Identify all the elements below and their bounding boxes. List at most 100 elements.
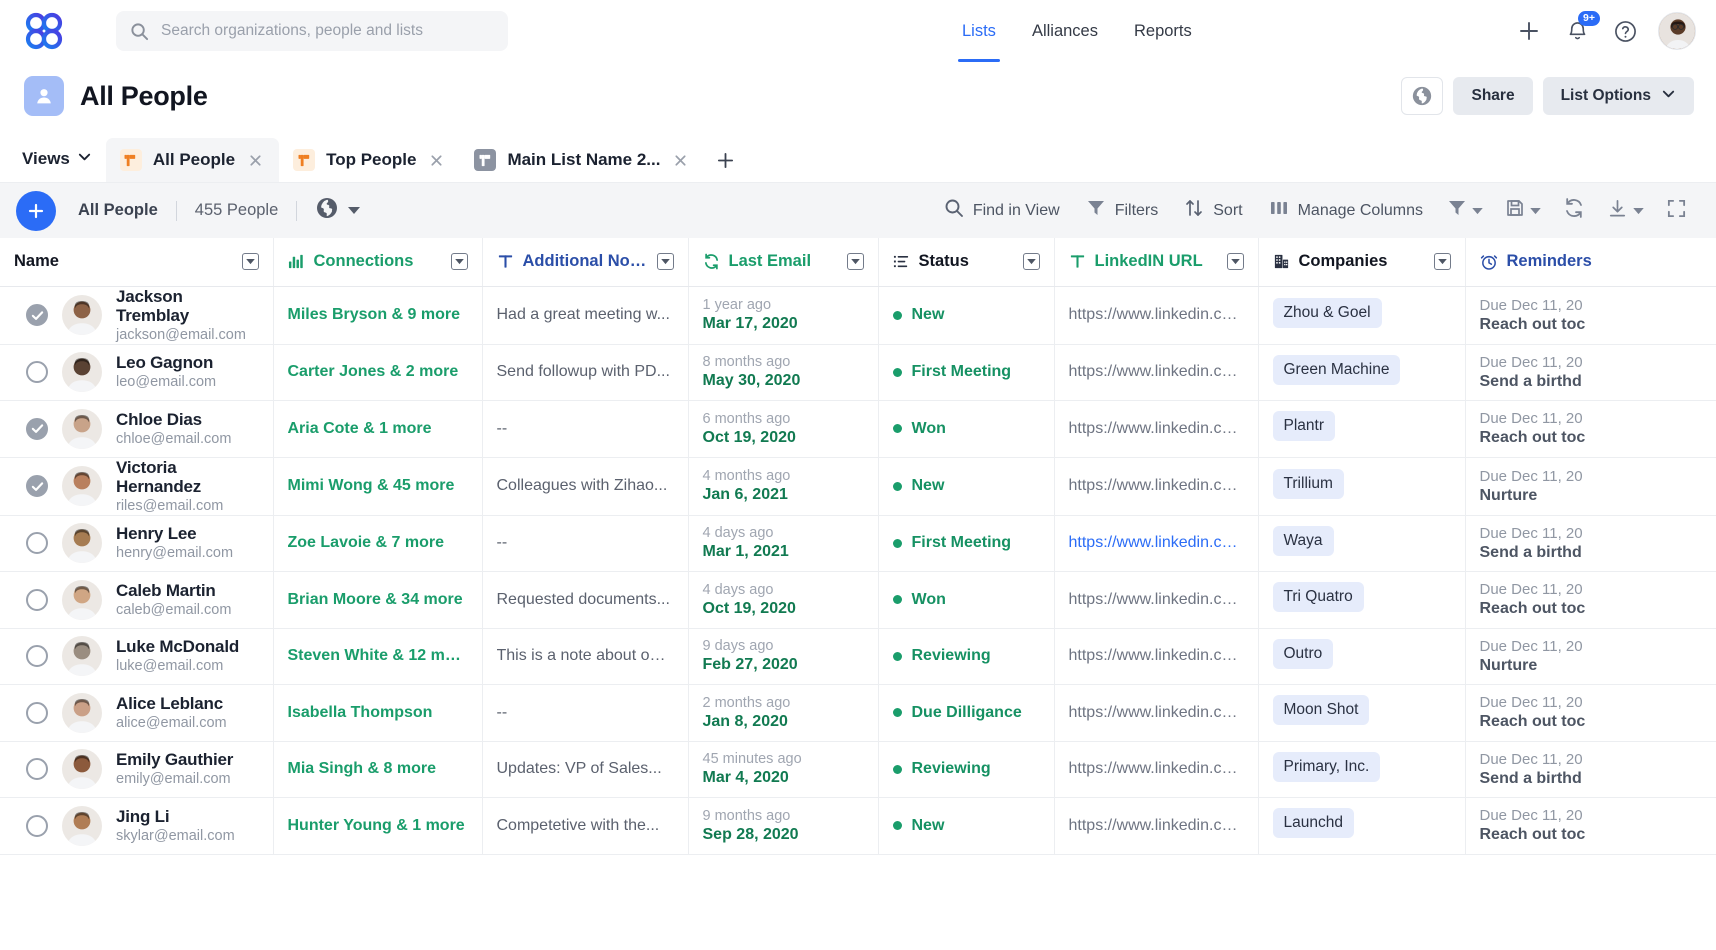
cell-reminders[interactable]: Due Dec 11, 20Reach out toc — [1465, 572, 1716, 629]
close-icon[interactable] — [429, 153, 444, 168]
cell-status[interactable]: First Meeting — [878, 515, 1054, 572]
cell-connections[interactable]: Hunter Young & 1 more — [273, 798, 482, 855]
cell-last-email[interactable]: 4 days agoOct 19, 2020 — [688, 572, 878, 629]
cell-reminders[interactable]: Due Dec 11, 20Reach out toc — [1465, 286, 1716, 344]
table-row[interactable]: Victoria Hernandezriles@email.comMimi Wo… — [0, 457, 1716, 515]
company-chip[interactable]: Launchd — [1273, 808, 1354, 838]
column-header-linkedin-url[interactable]: LinkedIN URL — [1054, 238, 1258, 286]
cell-additional-notes[interactable]: -- — [482, 685, 688, 742]
table-row[interactable]: Jing Liskylar@email.comHunter Young & 1 … — [0, 798, 1716, 855]
table-row[interactable]: Luke McDonaldluke@email.comSteven White … — [0, 628, 1716, 685]
add-view-tab-button[interactable] — [704, 151, 747, 182]
records-table-container[interactable]: Name Connections — [0, 238, 1716, 912]
company-chip[interactable]: Moon Shot — [1273, 695, 1370, 725]
refresh-button[interactable] — [1552, 191, 1596, 231]
row-select-checkbox[interactable] — [26, 304, 48, 326]
clover-logo-icon[interactable] — [22, 9, 66, 53]
cell-connections[interactable]: Miles Bryson & 9 more — [273, 286, 482, 344]
cell-linkedin-url[interactable]: https://www.linkedin.com/... — [1054, 286, 1258, 344]
cell-connections[interactable]: Brian Moore & 34 more — [273, 572, 482, 629]
cell-name[interactable]: Luke McDonaldluke@email.com — [0, 628, 273, 685]
company-chip[interactable]: Tri Quatro — [1273, 582, 1364, 612]
list-visibility-dropdown[interactable] — [315, 196, 360, 225]
cell-linkedin-url[interactable]: https://www.linkedin.com/... — [1054, 628, 1258, 685]
cell-name[interactable]: Alice Leblancalice@email.com — [0, 685, 273, 742]
row-select-checkbox[interactable] — [26, 758, 48, 780]
cell-status[interactable]: New — [878, 286, 1054, 344]
plus-icon[interactable] — [1514, 16, 1544, 46]
cell-name[interactable]: Chloe Diaschloe@email.com — [0, 401, 273, 458]
column-header-additional-notes[interactable]: Additional Notes — [482, 238, 688, 286]
cell-linkedin-url[interactable]: https://www.linkedin.com/... — [1054, 741, 1258, 798]
cell-last-email[interactable]: 1 year agoMar 17, 2020 — [688, 286, 878, 344]
question-circle-icon[interactable] — [1610, 16, 1640, 46]
cell-status[interactable]: Reviewing — [878, 628, 1054, 685]
row-select-checkbox[interactable] — [26, 645, 48, 667]
cell-linkedin-url[interactable]: https://www.linkedin.com/... — [1054, 344, 1258, 401]
row-select-checkbox[interactable] — [26, 815, 48, 837]
connections-value[interactable]: Aria Cote & 1 more — [288, 420, 468, 438]
cell-last-email[interactable]: 2 months agoJan 8, 2020 — [688, 685, 878, 742]
cell-last-email[interactable]: 9 months agoSep 28, 2020 — [688, 798, 878, 855]
row-select-checkbox[interactable] — [26, 361, 48, 383]
cell-connections[interactable]: Steven White & 12 more — [273, 628, 482, 685]
company-chip[interactable]: Green Machine — [1273, 355, 1401, 385]
cell-additional-notes[interactable]: Send followup with PD... — [482, 344, 688, 401]
cell-connections[interactable]: Aria Cote & 1 more — [273, 401, 482, 458]
chevron-down-icon[interactable] — [451, 253, 468, 270]
cell-additional-notes[interactable]: This is a note about our... — [482, 628, 688, 685]
company-chip[interactable]: Plantr — [1273, 411, 1336, 441]
cell-additional-notes[interactable]: Competetive with the... — [482, 798, 688, 855]
company-chip[interactable]: Waya — [1273, 526, 1334, 556]
chevron-down-icon[interactable] — [847, 253, 864, 270]
linkedin-url-value[interactable]: https://www.linkedin.com/... — [1069, 363, 1244, 381]
connections-value[interactable]: Isabella Thompson — [288, 704, 468, 722]
row-select-checkbox[interactable] — [26, 702, 48, 724]
linkedin-url-value[interactable]: https://www.linkedin.com/... — [1069, 420, 1244, 438]
column-header-name[interactable]: Name — [0, 238, 273, 286]
cell-name[interactable]: Victoria Hernandezriles@email.com — [0, 457, 273, 515]
cell-name[interactable]: Emily Gauthieremily@email.com — [0, 741, 273, 798]
connections-value[interactable]: Miles Bryson & 9 more — [288, 306, 468, 324]
linkedin-url-value[interactable]: https://www.linkedin.com/... — [1069, 704, 1244, 722]
cell-name[interactable]: Caleb Martincaleb@email.com — [0, 572, 273, 629]
cell-additional-notes[interactable]: Colleagues with Zihao... — [482, 457, 688, 515]
connections-value[interactable]: Mia Singh & 8 more — [288, 760, 468, 778]
save-view-dropdown[interactable] — [1494, 191, 1552, 231]
cell-companies[interactable]: Green Machine — [1258, 344, 1465, 401]
add-record-button[interactable] — [16, 191, 56, 231]
connections-value[interactable]: Carter Jones & 2 more — [288, 363, 468, 381]
connections-value[interactable]: Hunter Young & 1 more — [288, 817, 468, 835]
row-select-checkbox[interactable] — [26, 589, 48, 611]
search-input[interactable] — [161, 22, 491, 40]
cell-companies[interactable]: Launchd — [1258, 798, 1465, 855]
cell-companies[interactable]: Trillium — [1258, 457, 1465, 515]
cell-additional-notes[interactable]: Requested documents... — [482, 572, 688, 629]
filters-button[interactable]: Filters — [1073, 191, 1172, 231]
cell-companies[interactable]: Tri Quatro — [1258, 572, 1465, 629]
view-tab-all-people[interactable]: All People — [106, 138, 279, 182]
table-row[interactable]: Henry Leehenry@email.comZoe Lavoie & 7 m… — [0, 515, 1716, 572]
row-select-checkbox[interactable] — [26, 418, 48, 440]
cell-status[interactable]: New — [878, 457, 1054, 515]
view-tab-main-list[interactable]: Main List Name 2... — [460, 138, 704, 182]
linkedin-url-value[interactable]: https://www.linkedin.com/... — [1069, 534, 1244, 552]
cell-additional-notes[interactable]: -- — [482, 401, 688, 458]
company-chip[interactable]: Trillium — [1273, 469, 1344, 499]
cell-linkedin-url[interactable]: https://www.linkedin.com/... — [1054, 457, 1258, 515]
row-select-checkbox[interactable] — [26, 475, 48, 497]
column-header-connections[interactable]: Connections — [273, 238, 482, 286]
close-icon[interactable] — [248, 153, 263, 168]
user-avatar[interactable] — [1658, 12, 1696, 50]
linkedin-url-value[interactable]: https://www.linkedin.com/... — [1069, 647, 1244, 665]
global-search-box[interactable] — [116, 11, 508, 51]
cell-reminders[interactable]: Due Dec 11, 20Nurture — [1465, 457, 1716, 515]
view-tab-top-people[interactable]: Top People — [279, 138, 460, 182]
close-icon[interactable] — [673, 153, 688, 168]
list-options-button[interactable]: List Options — [1543, 77, 1694, 115]
cell-linkedin-url[interactable]: https://www.linkedin.com/... — [1054, 798, 1258, 855]
cell-reminders[interactable]: Due Dec 11, 20Reach out toc — [1465, 401, 1716, 458]
find-in-view-button[interactable]: Find in View — [931, 191, 1073, 231]
cell-companies[interactable]: Waya — [1258, 515, 1465, 572]
cell-companies[interactable]: Zhou & Goel — [1258, 286, 1465, 344]
